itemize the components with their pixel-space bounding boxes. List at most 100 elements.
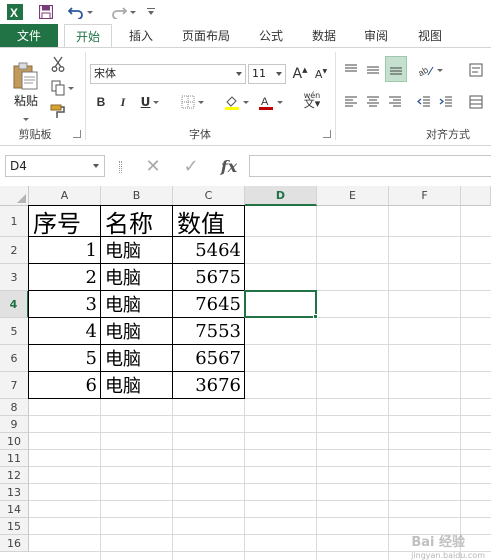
- formula-bar-grip[interactable]: [119, 161, 122, 173]
- gridline: [29, 432, 491, 433]
- row-header-16[interactable]: 16: [0, 535, 29, 552]
- clipboard-launcher-icon[interactable]: [73, 130, 81, 138]
- row-header-6[interactable]: 6: [0, 345, 29, 372]
- tab-view[interactable]: 视图: [408, 24, 452, 48]
- row-header-2[interactable]: 2: [0, 237, 29, 264]
- tab-insert[interactable]: 插入: [118, 24, 164, 48]
- cut-icon[interactable]: [48, 54, 68, 74]
- column-header-a[interactable]: A: [29, 186, 101, 206]
- borders-button[interactable]: [176, 92, 208, 112]
- index-cell[interactable]: 5: [29, 345, 100, 371]
- tab-data[interactable]: 数据: [302, 24, 346, 48]
- merge-center-icon[interactable]: [466, 92, 486, 112]
- customize-qat-icon[interactable]: [145, 2, 157, 22]
- formula-input[interactable]: [249, 155, 491, 177]
- value-cell[interactable]: 5675: [173, 264, 244, 290]
- row-header-10[interactable]: 10: [0, 433, 29, 450]
- font-name-combo[interactable]: 宋体: [90, 64, 246, 84]
- index-cell[interactable]: 1: [29, 237, 100, 263]
- name-cell[interactable]: 电脑: [101, 291, 172, 317]
- cancel-icon[interactable]: ✕: [138, 155, 168, 177]
- fill-color-button[interactable]: [220, 92, 252, 112]
- gridline: [29, 500, 491, 501]
- row-header-8[interactable]: 8: [0, 399, 29, 416]
- value-cell[interactable]: 5464: [173, 237, 244, 263]
- row-header-9[interactable]: 9: [0, 416, 29, 433]
- underline-button[interactable]: U: [136, 92, 164, 112]
- active-cell-selection[interactable]: [244, 290, 317, 318]
- column-header-d[interactable]: D: [245, 186, 317, 206]
- save-icon[interactable]: [37, 2, 55, 22]
- orientation-button[interactable]: ab: [414, 60, 446, 80]
- increase-indent-icon[interactable]: [436, 92, 456, 112]
- enter-icon[interactable]: ✓: [176, 155, 206, 177]
- tab-home[interactable]: 开始: [64, 24, 112, 48]
- value-cell[interactable]: 7553: [173, 318, 244, 344]
- borders-icon: [181, 95, 194, 109]
- copy-icon[interactable]: [48, 78, 76, 98]
- paste-dropdown-icon[interactable]: [20, 110, 29, 124]
- value-cell[interactable]: 7645: [173, 291, 244, 317]
- italic-button[interactable]: I: [114, 92, 132, 112]
- tab-formulas[interactable]: 公式: [250, 24, 292, 48]
- worksheet-grid[interactable]: ABCDEF 1 2 3 4 5 6 7 8 9 10 11 12 13 14 15 16 序号 名称 数值 1 电脑…: [0, 186, 491, 560]
- name-cell[interactable]: 电脑: [101, 318, 172, 344]
- row-header-15[interactable]: 15: [0, 518, 29, 535]
- index-cell[interactable]: 2: [29, 264, 100, 290]
- align-top-icon[interactable]: [341, 60, 361, 80]
- redo-icon[interactable]: [108, 2, 138, 22]
- tab-file[interactable]: 文件: [0, 24, 58, 48]
- phonetic-button[interactable]: wén 文▾: [296, 90, 328, 110]
- paste-label: 粘贴: [13, 94, 38, 108]
- font-launcher-icon[interactable]: [323, 130, 331, 138]
- row-header-5[interactable]: 5: [0, 318, 29, 345]
- undo-icon[interactable]: [65, 2, 95, 22]
- decrease-font-size-button[interactable]: A ▼: [312, 64, 330, 84]
- bold-button[interactable]: B: [92, 92, 110, 112]
- row-header-1[interactable]: 1: [0, 206, 29, 237]
- name-box[interactable]: D4: [5, 155, 105, 177]
- select-all-corner[interactable]: [0, 186, 29, 206]
- wrap-text-icon[interactable]: [466, 60, 486, 80]
- tab-page-layout[interactable]: 页面布局: [172, 24, 240, 48]
- table-header-cell[interactable]: 名称: [101, 206, 172, 237]
- row-header-14[interactable]: 14: [0, 501, 29, 518]
- increase-font-size-button[interactable]: A ▲: [290, 64, 310, 84]
- row-header-11[interactable]: 11: [0, 450, 29, 467]
- font-group-label: 字体: [189, 128, 211, 141]
- name-cell[interactable]: 电脑: [101, 372, 172, 398]
- index-cell[interactable]: 3: [29, 291, 100, 317]
- row-header-12[interactable]: 12: [0, 467, 29, 484]
- decrease-indent-icon[interactable]: [414, 92, 434, 112]
- tab-review[interactable]: 审阅: [354, 24, 398, 48]
- row-header-4[interactable]: 4: [0, 291, 29, 318]
- align-bottom-icon[interactable]: [385, 56, 407, 82]
- column-header-c[interactable]: C: [173, 186, 245, 206]
- font-size-combo[interactable]: 11: [248, 64, 286, 84]
- index-cell[interactable]: 6: [29, 372, 100, 398]
- column-header-b[interactable]: B: [101, 186, 173, 206]
- name-cell[interactable]: 电脑: [101, 345, 172, 371]
- column-header-e[interactable]: E: [317, 186, 389, 206]
- align-center-icon[interactable]: [363, 92, 383, 112]
- row-header-7[interactable]: 7: [0, 372, 29, 399]
- row-header-13[interactable]: 13: [0, 484, 29, 501]
- align-right-icon[interactable]: [385, 92, 405, 112]
- value-cell[interactable]: 6567: [173, 345, 244, 371]
- value-cell[interactable]: 3676: [173, 372, 244, 398]
- column-header-f[interactable]: F: [389, 186, 461, 206]
- align-middle-icon[interactable]: [363, 60, 383, 80]
- fill-handle[interactable]: [313, 314, 318, 319]
- font-color-button[interactable]: A: [254, 92, 286, 112]
- table-header-cell[interactable]: 数值: [173, 206, 244, 237]
- format-painter-icon[interactable]: [48, 102, 68, 122]
- name-cell[interactable]: 电脑: [101, 264, 172, 290]
- row-header-3[interactable]: 3: [0, 264, 29, 291]
- insert-function-icon[interactable]: fx: [214, 155, 244, 177]
- font-name-value: 宋体: [94, 67, 116, 80]
- align-left-icon[interactable]: [341, 92, 361, 112]
- name-cell[interactable]: 电脑: [101, 237, 172, 263]
- index-cell[interactable]: 4: [29, 318, 100, 344]
- name-box-value: D4: [10, 159, 27, 173]
- table-header-cell[interactable]: 序号: [29, 206, 100, 237]
